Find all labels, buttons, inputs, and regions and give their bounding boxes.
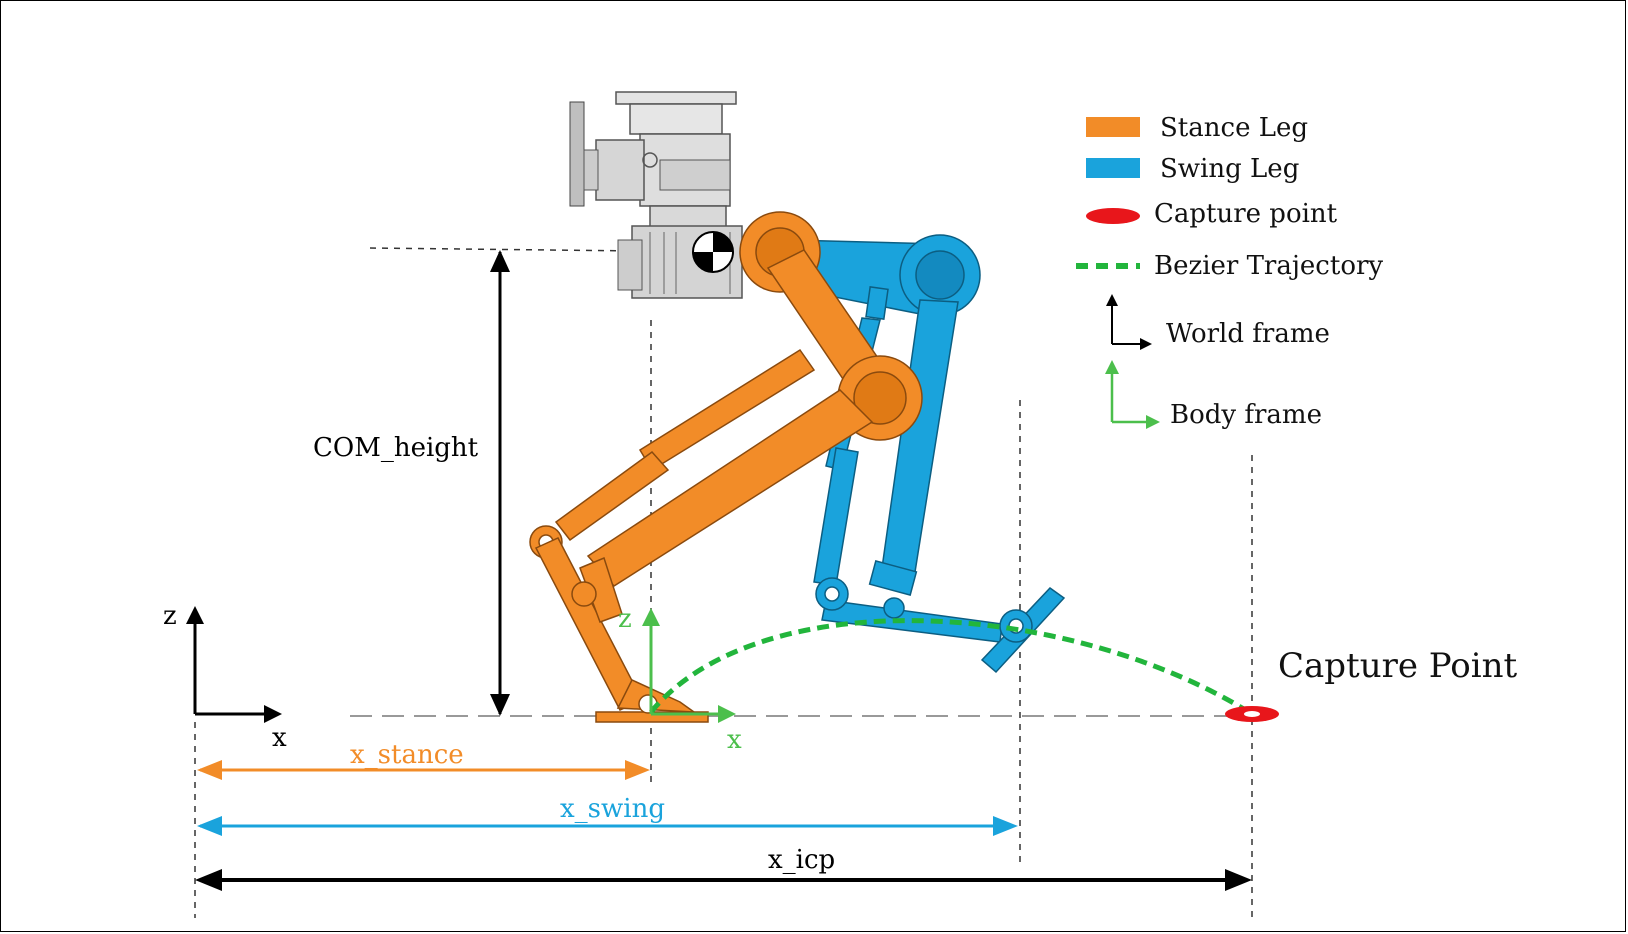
reference-lines: [194, 247, 1253, 918]
body-z-label: z: [618, 604, 632, 634]
world-x-label: x: [272, 723, 287, 753]
red-ellipse-icon: [1086, 208, 1140, 224]
x-icp-arrow: [195, 869, 1252, 891]
legend-label-stance: Stance Leg: [1160, 113, 1308, 143]
x-stance-label: x_stance: [350, 740, 464, 770]
black-axes-icon: [1106, 294, 1152, 350]
orange-swatch-icon: [1086, 117, 1140, 137]
com-marker: [692, 231, 734, 273]
world-frame-axes: [186, 606, 282, 723]
legend-label-swing: Swing Leg: [1160, 154, 1299, 184]
world-z-label: z: [163, 601, 177, 631]
legend-label-body: Body frame: [1170, 400, 1322, 430]
body-x-label: x: [727, 725, 742, 755]
legend-label-capture: Capture point: [1154, 199, 1338, 229]
x-swing-label: x_swing: [560, 794, 665, 824]
capture-point-marker: [1225, 706, 1279, 722]
blue-swatch-icon: [1086, 158, 1140, 178]
x-icp-label: x_icp: [768, 845, 835, 875]
capture-point-label: Capture Point: [1278, 646, 1518, 686]
com-height-label: COM_height: [313, 433, 479, 463]
legend-label-world: World frame: [1166, 319, 1330, 349]
legend: Stance Leg Swing Leg Capture point Bezie…: [1076, 113, 1383, 430]
legend-label-bezier: Bezier Trajectory: [1154, 251, 1383, 281]
diagram-canvas: COM_height z x x_stance x_swing x_icp z …: [163, 91, 1518, 918]
green-axes-icon: [1105, 360, 1160, 429]
